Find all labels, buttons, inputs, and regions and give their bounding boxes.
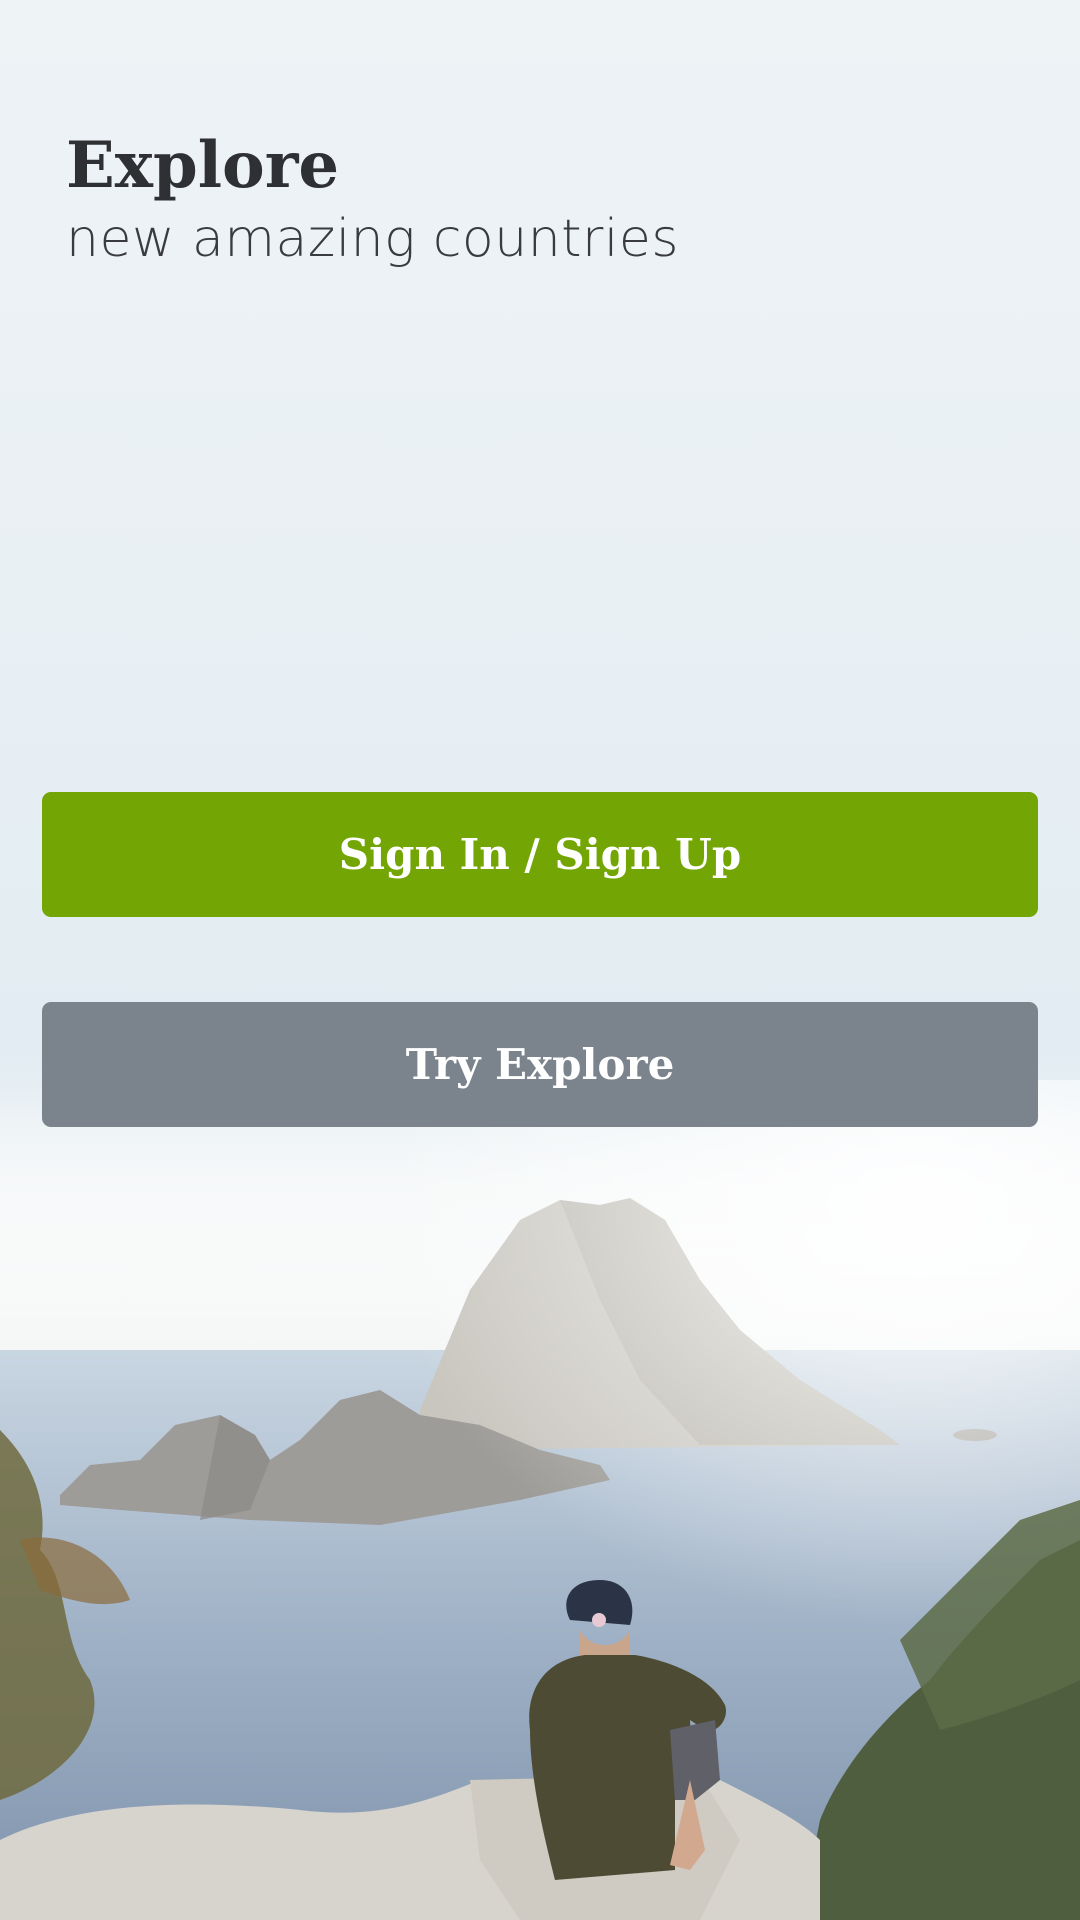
try-explore-label: Try Explore (405, 1040, 675, 1089)
header: Explore new amazing countries (66, 128, 1006, 274)
sign-in-sign-up-label: Sign In / Sign Up (338, 830, 742, 879)
page-subtitle: new amazing countries (66, 209, 679, 269)
sign-in-sign-up-button[interactable]: Sign In / Sign Up (42, 792, 1038, 917)
try-explore-button[interactable]: Try Explore (42, 1002, 1038, 1127)
page-title: Explore (66, 128, 340, 203)
background-photo-island-sea (0, 1080, 1080, 1920)
welcome-screen: Explore new amazing countries Sign In / … (0, 0, 1080, 1920)
